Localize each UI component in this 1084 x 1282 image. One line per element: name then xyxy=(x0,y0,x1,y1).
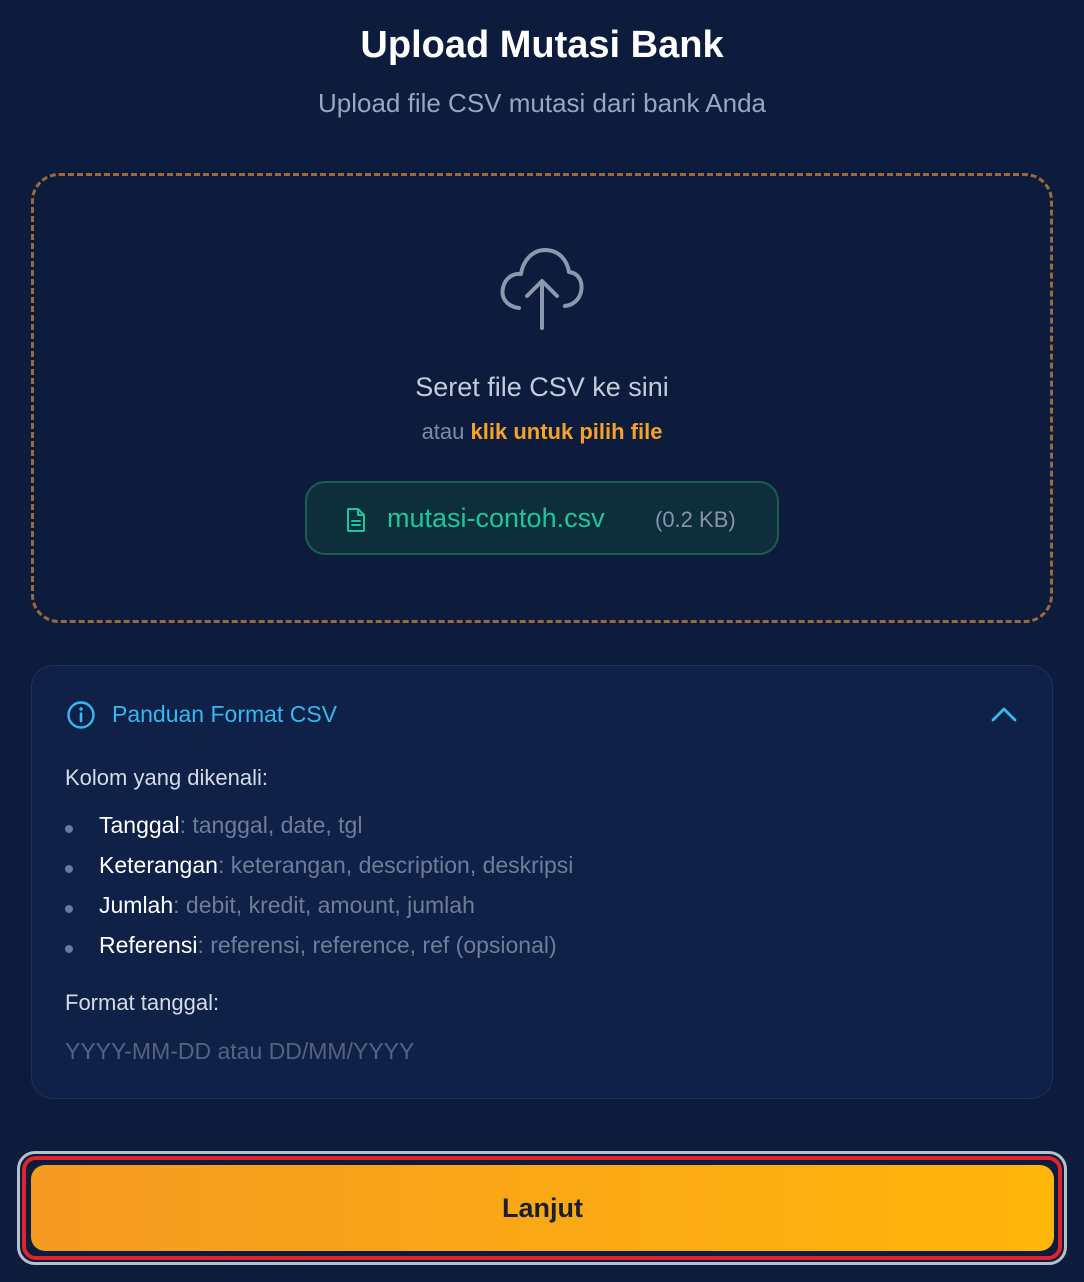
file-name: mutasi-contoh.csv xyxy=(387,503,605,533)
column-name: Tanggal xyxy=(99,812,180,838)
list-item: Keterangan: keterangan, description, des… xyxy=(65,852,573,892)
column-name: Keterangan xyxy=(99,852,218,878)
dropzone-instruction: Seret file CSV ke sini xyxy=(415,372,669,402)
file-text-icon xyxy=(347,508,365,532)
dropzone-or-text: atau xyxy=(421,419,465,444)
list-item: Referensi: referensi, reference, ref (op… xyxy=(65,932,573,972)
list-item: Jumlah: debit, kredit, amount, jumlah xyxy=(65,892,573,932)
page-title: Upload Mutasi Bank xyxy=(360,24,724,66)
column-name: Referensi xyxy=(99,932,198,958)
chevron-up-icon[interactable] xyxy=(990,704,1018,724)
upload-page: Upload Mutasi Bank Upload file CSV mutas… xyxy=(0,0,1084,1282)
cloud-upload-icon xyxy=(500,248,584,330)
guide-title: Panduan Format CSV xyxy=(112,701,338,727)
column-aliases: : tanggal, date, tgl xyxy=(179,812,363,838)
column-aliases: : referensi, reference, ref (opsional) xyxy=(197,932,557,958)
csv-format-guide: Panduan Format CSV Kolom yang dikenali: … xyxy=(31,665,1053,1099)
selected-file-chip: mutasi-contoh.csv (0.2 KB) xyxy=(305,481,779,555)
columns-label: Kolom yang dikenali: xyxy=(65,765,269,790)
date-format-label: Format tanggal: xyxy=(65,990,220,1015)
guide-toggle[interactable]: Panduan Format CSV xyxy=(32,666,1054,762)
dropzone-subtext: atau klik untuk pilih file xyxy=(0,419,1084,445)
column-aliases: : keterangan, description, deskripsi xyxy=(217,852,574,878)
recognized-columns-list: Tanggal: tanggal, date, tgl Keterangan: … xyxy=(65,812,573,972)
file-size: (0.2 KB) xyxy=(655,507,736,532)
list-item: Tanggal: tanggal, date, tgl xyxy=(65,812,573,852)
info-icon xyxy=(67,701,95,729)
column-name: Jumlah xyxy=(99,892,174,918)
column-aliases: : debit, kredit, amount, jumlah xyxy=(173,892,475,918)
next-button[interactable]: Lanjut xyxy=(31,1165,1054,1251)
page-subtitle: Upload file CSV mutasi dari bank Anda xyxy=(317,88,767,118)
date-format-value: YYYY-MM-DD atau DD/MM/YYYY xyxy=(65,1038,415,1064)
choose-file-link[interactable]: klik untuk pilih file xyxy=(471,419,663,444)
